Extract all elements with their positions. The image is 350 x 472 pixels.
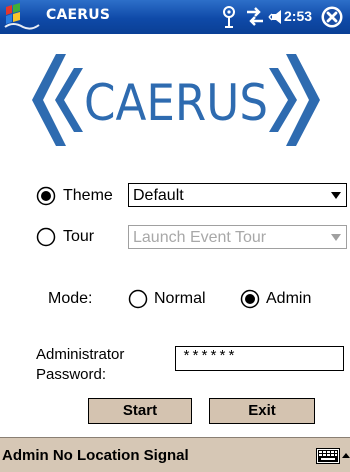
theme-label[interactable]: Theme (63, 186, 113, 206)
menu-bar: Admin No Location Signal (0, 437, 350, 472)
keyboard-icon[interactable] (316, 448, 340, 464)
tour-select-value: Launch Event Tour (133, 229, 267, 246)
password-label-line2: Password: (36, 366, 107, 383)
theme-radio[interactable] (36, 186, 56, 206)
password-label-line1: Administrator (36, 346, 125, 363)
antenna-icon[interactable] (220, 4, 238, 30)
mode-admin-label[interactable]: Admin (266, 289, 311, 309)
menu-bar-text[interactable]: Admin No Location Signal (2, 447, 189, 464)
mode-admin-radio[interactable] (240, 289, 260, 309)
password-value: ****** (182, 349, 237, 366)
tour-label[interactable]: Tour (63, 227, 94, 247)
mode-normal-label[interactable]: Normal (154, 289, 206, 309)
chevron-down-icon (331, 234, 341, 241)
mode-label: Mode: (48, 290, 93, 307)
mode-normal-radio[interactable] (128, 289, 148, 309)
logo-text: CAERUS (84, 74, 268, 132)
start-button[interactable]: Start (88, 398, 192, 424)
theme-select-value: Default (133, 187, 184, 204)
password-field[interactable]: ****** (175, 346, 344, 371)
chevron-down-icon (331, 192, 341, 199)
exit-button[interactable]: Exit (209, 398, 315, 424)
theme-select[interactable]: Default (128, 183, 347, 207)
title-bar: CAERUS 2:53 (0, 0, 350, 34)
close-icon[interactable] (320, 5, 344, 29)
tour-select[interactable]: Launch Event Tour (128, 225, 347, 249)
start-flag-icon[interactable] (3, 3, 41, 31)
chevron-up-icon[interactable] (342, 452, 350, 460)
connectivity-icon[interactable] (244, 4, 266, 30)
caerus-logo: CAERUS (32, 54, 320, 146)
app-title: CAERUS (46, 7, 111, 23)
clock[interactable]: 2:53 (284, 8, 312, 24)
tour-radio[interactable] (36, 227, 56, 247)
